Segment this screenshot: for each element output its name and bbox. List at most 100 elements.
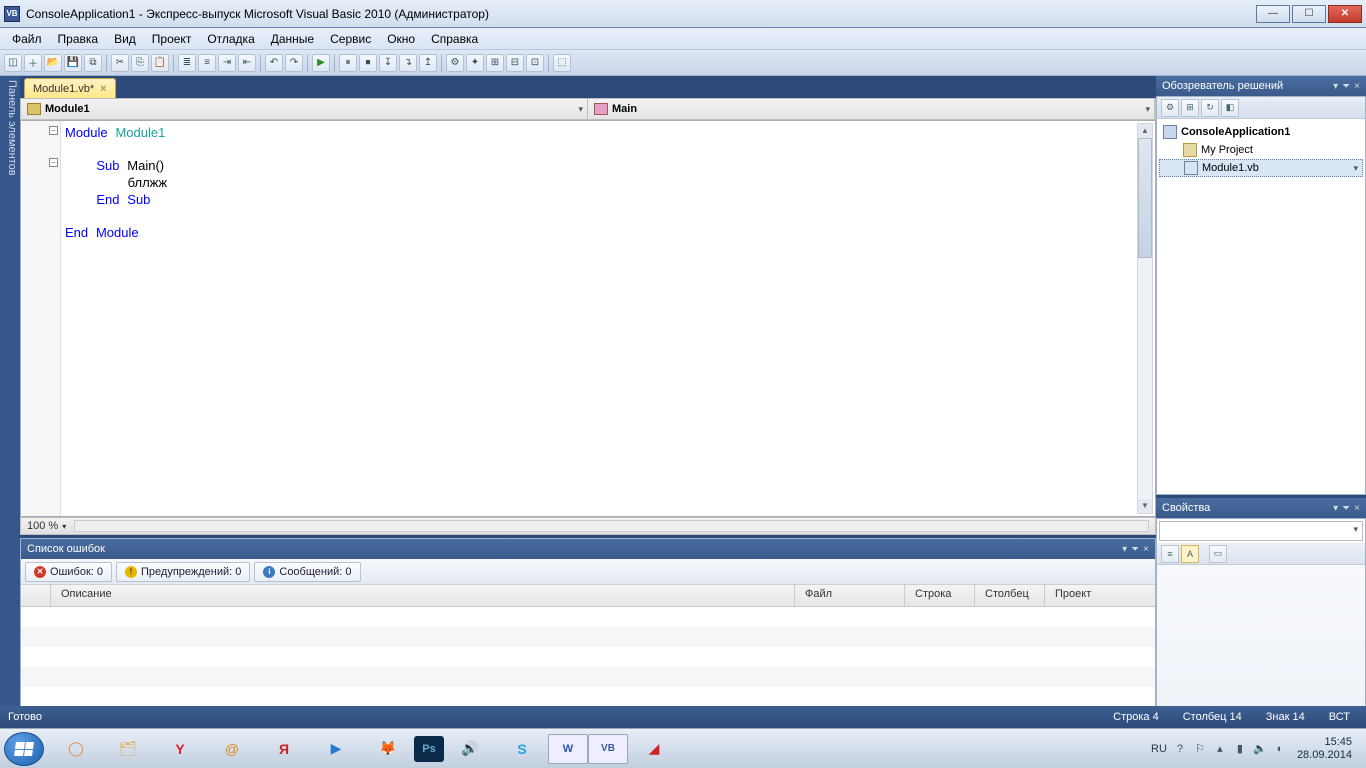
refresh-icon[interactable]: ↻ [1201, 99, 1219, 117]
taskbar-ya-icon[interactable]: Я [258, 732, 310, 766]
taskbar-photoshop-icon[interactable]: Ps [414, 736, 444, 762]
close-tab-icon[interactable]: × [100, 83, 106, 95]
document-tab-module1[interactable]: Module1.vb* × [24, 78, 116, 98]
close-button[interactable]: ✕ [1328, 5, 1362, 23]
menu-tools[interactable]: Сервис [322, 30, 379, 48]
save-all-icon[interactable]: ⧉ [84, 54, 102, 72]
taskbar-explorer-icon[interactable]: 🗂 [102, 732, 154, 766]
step-over-icon[interactable]: ↴ [399, 54, 417, 72]
menu-view[interactable]: Вид [106, 30, 144, 48]
view-code-icon[interactable]: ◧ [1221, 99, 1239, 117]
taskbar-sound-icon[interactable]: 🔊 [444, 732, 496, 766]
editor-vertical-scrollbar[interactable]: ▲ ▼ [1137, 123, 1153, 514]
add-item-icon[interactable]: ＋ [24, 54, 42, 72]
taskbar-firefox-icon[interactable]: 🦊 [362, 732, 414, 766]
toolbox-icon[interactable]: ⚙ [446, 54, 464, 72]
start-debug-icon[interactable]: ▶ [312, 54, 330, 72]
tree-myproject-node[interactable]: My Project [1159, 141, 1363, 159]
volume-tray-icon[interactable]: 🔈 [1253, 742, 1267, 756]
panel-close-icon[interactable]: × [1143, 544, 1149, 555]
taskbar-chrome-icon[interactable]: ◯ [50, 732, 102, 766]
col-file[interactable]: Файл [795, 585, 905, 606]
panel-pin-icon[interactable]: ⏷ [1342, 503, 1350, 514]
tree-project-node[interactable]: ConsoleApplication1 [1159, 123, 1363, 141]
menu-debug[interactable]: Отладка [199, 30, 262, 48]
taskbar-adobe-icon[interactable]: ◢ [628, 732, 680, 766]
menu-edit[interactable]: Правка [50, 30, 107, 48]
redo-icon[interactable]: ↷ [285, 54, 303, 72]
taskbar-mail-icon[interactable]: @ [206, 732, 258, 766]
method-selector[interactable]: Main [588, 99, 1155, 119]
scrollbar-thumb[interactable] [1138, 138, 1152, 258]
stop-icon[interactable]: ⏹ [359, 54, 377, 72]
tool-icon[interactable]: ✦ [466, 54, 484, 72]
panel-close-icon[interactable]: × [1354, 81, 1360, 92]
menu-window[interactable]: Окно [379, 30, 423, 48]
menu-file[interactable]: Файл [4, 30, 50, 48]
categorized-icon[interactable]: ≡ [1161, 545, 1179, 563]
panel-pin-icon[interactable]: ⏷ [1131, 544, 1139, 555]
new-project-icon[interactable]: ◫ [4, 54, 22, 72]
properties-icon[interactable]: ⚙ [1161, 99, 1179, 117]
paste-icon[interactable]: 📋 [151, 54, 169, 72]
code-editor[interactable]: – – Module Module1 Sub Main() бллжж End … [20, 120, 1156, 517]
class-selector[interactable]: Module1 [21, 99, 588, 119]
tool-icon[interactable]: ⊞ [486, 54, 504, 72]
copy-icon[interactable]: ⎘ [131, 54, 149, 72]
col-column[interactable]: Столбец [975, 585, 1045, 606]
step-into-icon[interactable]: ↧ [379, 54, 397, 72]
solution-tree[interactable]: ConsoleApplication1 My Project Module1.v… [1157, 119, 1365, 494]
show-all-icon[interactable]: ⊞ [1181, 99, 1199, 117]
properties-header[interactable]: Свойства ▾ ⏷ × [1156, 498, 1366, 518]
panel-dropdown-icon[interactable]: ▾ [1122, 544, 1127, 555]
col-description[interactable]: Описание [51, 585, 795, 606]
step-out-icon[interactable]: ↥ [419, 54, 437, 72]
scroll-down-icon[interactable]: ▼ [1138, 499, 1152, 513]
toolbox-autohide-tab[interactable]: Панель элементов [0, 76, 20, 728]
break-icon[interactable]: ⏸ [339, 54, 357, 72]
taskbar-word-icon[interactable]: W [548, 734, 588, 764]
panel-dropdown-icon[interactable]: ▾ [1333, 81, 1338, 92]
menu-help[interactable]: Справка [423, 30, 486, 48]
editor-horizontal-scrollbar[interactable] [74, 520, 1149, 532]
maximize-button[interactable]: ☐ [1292, 5, 1326, 23]
code-content[interactable]: Module Module1 Sub Main() бллжж End Sub … [65, 125, 167, 242]
network-tray-icon[interactable]: ▮ [1233, 742, 1247, 756]
taskbar-yandex-icon[interactable]: Y [154, 732, 206, 766]
fold-toggle-icon[interactable]: – [49, 158, 58, 167]
menu-data[interactable]: Данные [263, 30, 322, 48]
outdent-icon[interactable]: ⇤ [238, 54, 256, 72]
menu-project[interactable]: Проект [144, 30, 200, 48]
solution-explorer-header[interactable]: Обозреватель решений ▾ ⏷ × [1156, 76, 1366, 96]
panel-close-icon[interactable]: × [1354, 503, 1360, 514]
errors-filter-button[interactable]: ✕Ошибок: 0 [25, 562, 112, 582]
taskbar-skype-icon[interactable]: S [496, 732, 548, 766]
extensions-icon[interactable]: ⬚ [553, 54, 571, 72]
error-list-header[interactable]: Список ошибок ▾ ⏷ × [21, 539, 1155, 559]
messages-filter-button[interactable]: iСообщений: 0 [254, 562, 360, 582]
properties-grid[interactable] [1157, 565, 1365, 727]
indent-icon[interactable]: ⇥ [218, 54, 236, 72]
language-indicator[interactable]: RU [1151, 743, 1167, 755]
comment-icon[interactable]: ≣ [178, 54, 196, 72]
property-pages-icon[interactable]: ▭ [1209, 545, 1227, 563]
taskbar-visualstudio-icon[interactable]: VB [588, 734, 628, 764]
tool-icon[interactable]: ⊟ [506, 54, 524, 72]
tray-icon[interactable]: ◐ [1273, 742, 1287, 756]
properties-object-selector[interactable] [1159, 521, 1363, 541]
cut-icon[interactable]: ✂ [111, 54, 129, 72]
alphabetical-icon[interactable]: A [1181, 545, 1199, 563]
col-icon[interactable] [21, 585, 51, 606]
taskbar-player-icon[interactable]: ▶ [310, 732, 362, 766]
open-icon[interactable]: 📂 [44, 54, 62, 72]
panel-pin-icon[interactable]: ⏷ [1342, 81, 1350, 92]
undo-icon[interactable]: ↶ [265, 54, 283, 72]
taskbar-clock[interactable]: 15:45 28.09.2014 [1293, 736, 1356, 762]
save-icon[interactable]: 💾 [64, 54, 82, 72]
fold-toggle-icon[interactable]: – [49, 126, 58, 135]
show-hidden-tray-icon[interactable]: ▴ [1213, 742, 1227, 756]
flag-tray-icon[interactable]: ⚐ [1193, 742, 1207, 756]
col-project[interactable]: Проект [1045, 585, 1155, 606]
minimize-button[interactable]: — [1256, 5, 1290, 23]
tree-module-node[interactable]: Module1.vb [1159, 159, 1363, 177]
